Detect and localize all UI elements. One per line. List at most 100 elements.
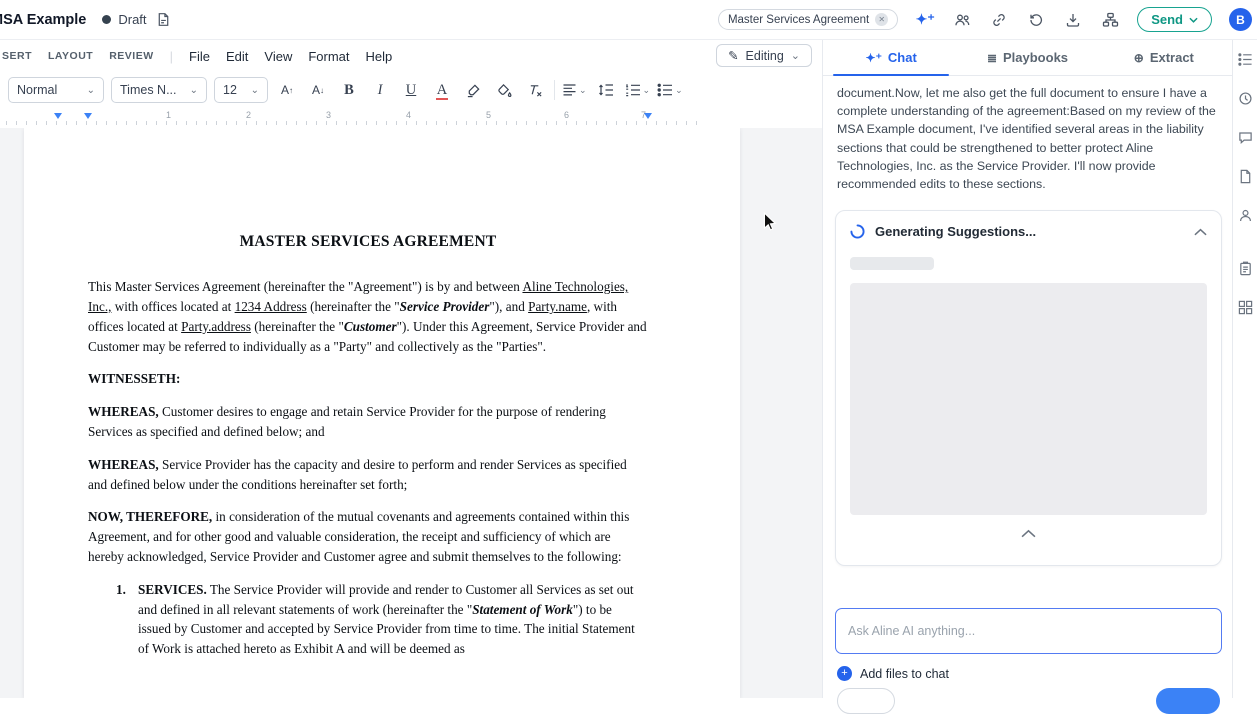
document-pill[interactable]: Master Services Agreement ✕ xyxy=(717,9,899,30)
doc-paragraph: WITNESSETH: xyxy=(88,371,181,387)
left-margin-marker[interactable] xyxy=(84,113,92,119)
align-button[interactable]: ⌄ xyxy=(562,77,587,103)
text-color-swatch xyxy=(436,97,448,100)
send-button-label: Send xyxy=(1151,12,1183,27)
chevron-down-icon: ⌄ xyxy=(250,84,259,96)
history-clock-icon[interactable] xyxy=(1238,91,1253,106)
chevron-up-icon[interactable] xyxy=(1194,228,1207,236)
tab-extract[interactable]: ⊕ Extract xyxy=(1096,40,1232,75)
tab-playbooks-label: Playbooks xyxy=(1003,50,1069,65)
assistant-message: document.Now, let me also get the full d… xyxy=(837,86,1216,192)
editing-mode-dropdown[interactable]: ✎ Editing ⌄ xyxy=(716,44,812,67)
ruler-number: 5 xyxy=(486,110,492,120)
ruler-number: 1 xyxy=(166,110,172,120)
toolbar-divider xyxy=(554,80,555,100)
ai-side-panel: ✦⁺ Chat ≣ Playbooks ⊕ Extract document.N… xyxy=(822,40,1232,714)
plus-icon: + xyxy=(837,666,852,681)
top-bar: MSA Example Draft Master Services Agreem… xyxy=(0,0,1257,40)
send-button[interactable]: Send xyxy=(1137,7,1212,32)
highlight-button[interactable] xyxy=(461,77,485,103)
decrease-font-size-button[interactable]: A ↓ xyxy=(306,77,330,103)
collaborators-icon[interactable] xyxy=(952,10,972,30)
clipboard-icon[interactable] xyxy=(1238,261,1253,276)
add-files-button[interactable]: + Add files to chat xyxy=(837,666,949,681)
comments-icon[interactable] xyxy=(1238,130,1253,145)
ribbon-tab-insert[interactable]: SERT xyxy=(2,50,32,62)
chevron-down-icon: ⌄ xyxy=(790,50,800,62)
chevron-down-icon: ⌄ xyxy=(579,84,587,95)
text-color-button[interactable]: A xyxy=(430,77,454,103)
document-heading: MASTER SERVICES AGREEMENT xyxy=(239,233,497,250)
spinner-icon xyxy=(850,224,865,239)
document-body: This Master Services Agreement (hereinaf… xyxy=(88,277,648,659)
ai-sparkles-icon[interactable]: ✦⁺ xyxy=(915,10,935,30)
italic-button[interactable]: I xyxy=(368,77,392,103)
download-icon[interactable] xyxy=(1063,10,1083,30)
font-family-value: Times N... xyxy=(120,83,177,97)
menu-divider: | xyxy=(169,48,174,64)
draft-status: Draft xyxy=(102,10,173,30)
status-dot-icon xyxy=(102,15,112,24)
chevron-down-icon: ⌄ xyxy=(675,84,683,95)
font-family-select[interactable]: Times N... ⌄ xyxy=(111,77,207,103)
person-icon[interactable] xyxy=(1238,208,1253,223)
document-pill-label: Master Services Agreement xyxy=(727,13,870,26)
line-spacing-button[interactable] xyxy=(594,77,618,103)
outline-icon[interactable] xyxy=(1237,52,1253,67)
avatar[interactable]: B xyxy=(1229,8,1252,31)
bullet-list-button[interactable]: ⌄ xyxy=(657,77,683,103)
font-size-select[interactable]: 12 ⌄ xyxy=(214,77,268,103)
skeleton-line xyxy=(850,257,934,270)
document-page[interactable]: MASTER SERVICES AGREEMENT This Master Se… xyxy=(24,128,740,698)
chat-secondary-button[interactable] xyxy=(837,688,895,714)
generating-suggestions-card: Generating Suggestions... xyxy=(835,210,1222,566)
menu-help[interactable]: Help xyxy=(366,49,393,64)
menu-edit[interactable]: Edit xyxy=(226,49,248,64)
chevron-down-icon: ⌄ xyxy=(86,84,95,96)
collapse-chevron-icon[interactable] xyxy=(836,529,1221,538)
editing-mode-label: Editing xyxy=(745,48,784,63)
grid-icon[interactable] xyxy=(1238,300,1253,315)
link-icon[interactable] xyxy=(989,10,1009,30)
chat-input[interactable] xyxy=(835,608,1222,654)
numbered-list-button[interactable]: ⌄ xyxy=(625,77,651,103)
org-chart-icon[interactable] xyxy=(1100,10,1120,30)
document-icon[interactable] xyxy=(1238,169,1253,184)
doc-paragraph: This Master Services Agreement (hereinaf… xyxy=(88,279,647,354)
chat-send-button[interactable] xyxy=(1156,688,1220,714)
menu-format[interactable]: Format xyxy=(308,49,349,64)
list-number: 1. xyxy=(116,581,126,597)
tab-chat[interactable]: ✦⁺ Chat xyxy=(823,40,959,76)
ribbon-tab-layout[interactable]: LAYOUT xyxy=(48,50,93,62)
right-icon-rail xyxy=(1232,40,1257,698)
increase-font-size-button[interactable]: A ↑ xyxy=(275,77,299,103)
ruler-number: 2 xyxy=(246,110,252,120)
paragraph-style-select[interactable]: Normal ⌄ xyxy=(8,77,104,103)
chevron-down-icon: ⌄ xyxy=(642,84,651,95)
ruler-number: 6 xyxy=(564,110,570,120)
doc-paragraph: WHEREAS, Service Provider has the capaci… xyxy=(88,456,627,492)
right-margin-marker[interactable] xyxy=(644,113,652,119)
tab-playbooks[interactable]: ≣ Playbooks xyxy=(959,40,1095,75)
indent-marker[interactable] xyxy=(54,113,62,119)
close-icon[interactable]: ✕ xyxy=(875,13,889,26)
skeleton-block xyxy=(850,283,1207,515)
menu-file[interactable]: File xyxy=(189,49,210,64)
sparkles-icon: ✦⁺ xyxy=(865,50,882,65)
panel-tabs: ✦⁺ Chat ≣ Playbooks ⊕ Extract xyxy=(823,40,1232,76)
fill-color-button[interactable] xyxy=(492,77,516,103)
pencil-icon: ✎ xyxy=(728,49,739,63)
draft-document-icon xyxy=(154,10,174,30)
history-icon[interactable] xyxy=(1026,10,1046,30)
underline-button[interactable]: U xyxy=(399,77,423,103)
document-title: MSA Example xyxy=(0,11,87,28)
tab-extract-label: Extract xyxy=(1149,50,1194,65)
ruler-number: 4 xyxy=(406,110,412,120)
clear-formatting-button[interactable] xyxy=(523,77,547,103)
tab-chat-label: Chat xyxy=(887,50,917,65)
menu-view[interactable]: View xyxy=(264,49,292,64)
bold-button[interactable]: B xyxy=(337,77,361,103)
ruler-ticks xyxy=(6,121,706,125)
ribbon-tab-review[interactable]: REVIEW xyxy=(109,50,153,62)
add-files-label: Add files to chat xyxy=(860,666,949,681)
